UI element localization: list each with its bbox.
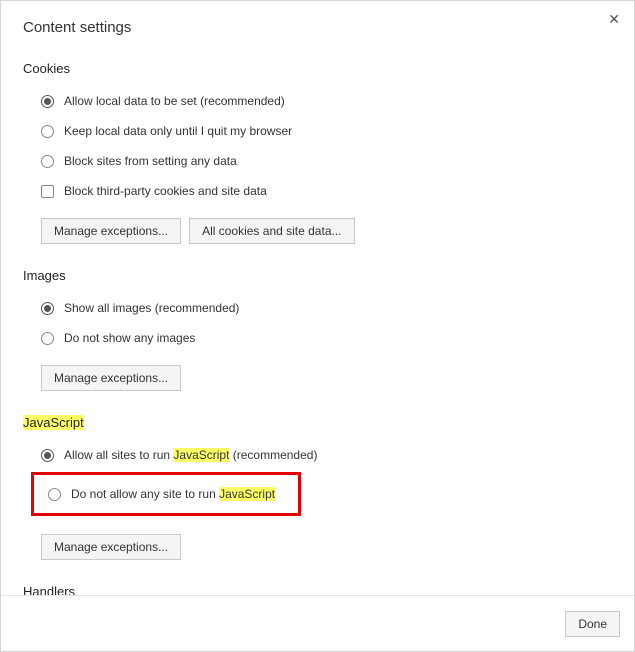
all-cookies-button[interactable]: All cookies and site data... [189, 218, 354, 244]
section-heading-cookies: Cookies [23, 61, 70, 76]
option-label: Do not show any images [64, 331, 195, 345]
section-heading-images: Images [23, 268, 66, 283]
radio-icon[interactable] [41, 95, 54, 108]
manage-exceptions-button[interactable]: Manage exceptions... [41, 534, 181, 560]
highlight-text: JavaScript [173, 448, 229, 462]
images-opt-hide[interactable]: Do not show any images [23, 325, 612, 351]
radio-icon[interactable] [41, 449, 54, 462]
checkbox-icon[interactable] [41, 185, 54, 198]
cookies-opt-thirdparty[interactable]: Block third-party cookies and site data [23, 178, 612, 204]
cookies-opt-block[interactable]: Block sites from setting any data [23, 148, 612, 174]
section-cookies: Cookies Allow local data to be set (reco… [23, 61, 612, 244]
radio-icon[interactable] [48, 488, 61, 501]
section-heading-javascript: JavaScript [23, 415, 84, 430]
option-label: Do not allow any site to run JavaScript [71, 487, 275, 501]
radio-icon[interactable] [41, 155, 54, 168]
section-images: Images Show all images (recommended) Do … [23, 268, 612, 391]
option-label: Block third-party cookies and site data [64, 184, 267, 198]
section-javascript: JavaScript Allow all sites to run JavaSc… [23, 415, 612, 560]
option-label: Block sites from setting any data [64, 154, 237, 168]
label-part: (recommended) [229, 448, 317, 462]
section-heading-handlers: Handlers [23, 584, 75, 595]
radio-icon[interactable] [41, 332, 54, 345]
javascript-opt-block[interactable]: Do not allow any site to run JavaScript [38, 481, 294, 507]
cookies-opt-session[interactable]: Keep local data only until I quit my bro… [23, 118, 612, 144]
images-opt-show[interactable]: Show all images (recommended) [23, 295, 612, 321]
cookies-opt-allow[interactable]: Allow local data to be set (recommended) [23, 88, 612, 114]
done-button[interactable]: Done [565, 611, 620, 637]
option-label: Keep local data only until I quit my bro… [64, 124, 292, 138]
label-part: Do not allow any site to run [71, 487, 219, 501]
section-handlers: Handlers [23, 584, 612, 595]
manage-exceptions-button[interactable]: Manage exceptions... [41, 365, 181, 391]
highlighted-option-box: Do not allow any site to run JavaScript [31, 472, 301, 516]
close-icon[interactable]: ✕ [608, 11, 620, 28]
radio-icon[interactable] [41, 302, 54, 315]
javascript-opt-allow[interactable]: Allow all sites to run JavaScript (recom… [23, 442, 612, 468]
dialog-footer: Done [1, 595, 634, 651]
manage-exceptions-button[interactable]: Manage exceptions... [41, 218, 181, 244]
highlight-text: JavaScript [219, 487, 275, 501]
dialog-title: Content settings [1, 1, 634, 46]
option-label: Allow local data to be set (recommended) [64, 94, 285, 108]
radio-icon[interactable] [41, 125, 54, 138]
content-scroll[interactable]: Cookies Allow local data to be set (reco… [1, 49, 634, 595]
option-label: Allow all sites to run JavaScript (recom… [64, 448, 317, 462]
label-part: Allow all sites to run [64, 448, 173, 462]
option-label: Show all images (recommended) [64, 301, 239, 315]
